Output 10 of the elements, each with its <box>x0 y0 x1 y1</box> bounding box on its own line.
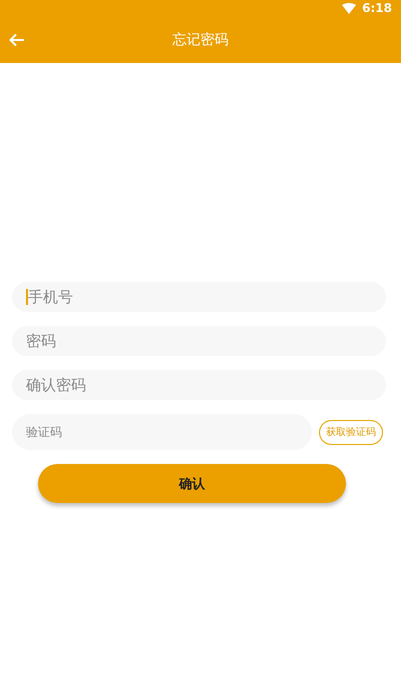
input-field[interactable]: 确认密码 <box>12 370 386 400</box>
back-icon[interactable] <box>9 32 25 46</box>
confirm-button[interactable]: 确认 <box>38 464 346 503</box>
screen-title: 忘记密码 <box>172 30 228 48</box>
status-time: 6:18 <box>362 1 392 15</box>
wifi-icon <box>342 2 356 14</box>
input-field[interactable]: 密码 <box>12 326 386 356</box>
input-field[interactable]: 手机号 <box>12 282 386 312</box>
code-field[interactable]: 验证码 <box>12 414 312 450</box>
get-code-button[interactable]: 获取验证码 <box>319 420 383 444</box>
